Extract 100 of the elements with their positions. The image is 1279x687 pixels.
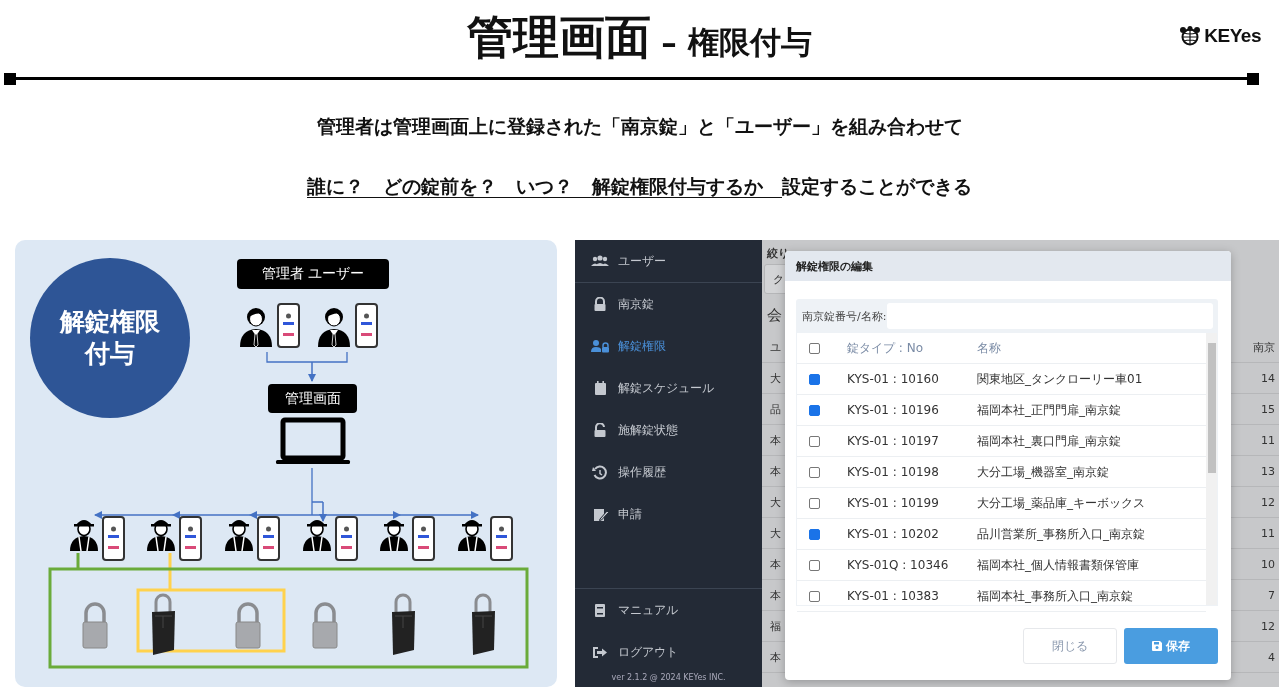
lock-icon xyxy=(594,296,606,311)
table-cell: 福 xyxy=(770,618,781,634)
row-checkbox[interactable] xyxy=(809,404,820,416)
worker-icon xyxy=(458,520,486,552)
smartphone-icon xyxy=(412,516,435,561)
connector-line xyxy=(76,553,80,568)
intro-text: 管理者は管理画面上に登録された「南京錠」と「ユーザー」を組み合わせて xyxy=(315,114,964,139)
scrollbar[interactable] xyxy=(1206,333,1217,605)
table-cell-text: KYS-01 : 10196 xyxy=(847,403,940,417)
intro-text: 設定することができる xyxy=(782,175,972,197)
smartphone-icon xyxy=(335,516,358,561)
connector-line xyxy=(311,467,324,516)
version-text: ver 2.1.2 @ 2024 KEYes INC. xyxy=(610,673,727,684)
table-cell-text: KYS-01 : 10383 xyxy=(847,589,940,603)
table-cell: 11 xyxy=(1261,433,1275,447)
table-cell-text: 関東地区_タンクローリー車01 xyxy=(977,370,1144,388)
table-cell: 12 xyxy=(1261,495,1275,509)
row-checkbox[interactable] xyxy=(809,528,820,540)
sidebar-item[interactable]: 操作履歴 xyxy=(575,451,762,493)
smartphone-icon xyxy=(490,516,513,561)
smartphone-icon xyxy=(355,303,378,348)
connector-arrow xyxy=(308,361,316,382)
column-header: 名称 xyxy=(977,339,1002,357)
table-cell: 大 xyxy=(770,525,781,541)
table-cell: 15 xyxy=(1261,402,1275,416)
smartphone-icon xyxy=(257,516,280,561)
padlock-icon xyxy=(235,602,261,649)
sidebar-item[interactable]: 南京錠 xyxy=(575,283,762,325)
section-title: 会 xyxy=(767,306,782,326)
circle-label: 解錠権限付与 xyxy=(58,305,161,370)
select-all-checkbox[interactable] xyxy=(809,342,820,354)
row-checkbox[interactable] xyxy=(809,497,820,509)
table-cell: 7 xyxy=(1268,588,1275,602)
lock-box-icon xyxy=(152,593,175,655)
padlock-icon xyxy=(82,602,108,649)
worker-icon xyxy=(303,520,331,552)
smartphone-icon xyxy=(102,516,125,561)
row-checkbox[interactable] xyxy=(809,590,820,602)
sidebar-item[interactable]: 解錠権限 xyxy=(575,325,762,367)
calendar-icon xyxy=(595,380,606,395)
search-label: 南京錠番号/名称: xyxy=(802,308,887,324)
table-cell: 大 xyxy=(770,494,781,510)
smartphone-icon xyxy=(277,303,300,348)
smartphone-icon xyxy=(179,516,202,561)
table-cell-text: KYS-01Q : 10346 xyxy=(847,558,950,572)
table-cell-text: KYS-01 : 10198 xyxy=(847,465,940,479)
table-cell-text: 福岡本社_裏口門扉_南京錠 xyxy=(977,432,1122,450)
lock-box-icon xyxy=(472,593,495,655)
row-checkbox[interactable] xyxy=(809,466,820,478)
sidebar-item[interactable]: ログアウト xyxy=(575,631,762,673)
table-cell-text: 大分工場_機器室_南京錠 xyxy=(977,463,1110,481)
sidebar-item[interactable]: 施解錠状態 xyxy=(575,409,762,451)
table-cell-text: 福岡本社_個人情報書類保管庫 xyxy=(977,556,1140,574)
table-cell-text: KYS-01 : 10202 xyxy=(847,527,940,541)
table-cell-text: 福岡本社_正門門扉_南京錠 xyxy=(977,401,1122,419)
table-cell: 11 xyxy=(1261,526,1275,540)
table-cell: 本 xyxy=(770,432,781,448)
table-cell: 12 xyxy=(1261,619,1275,633)
row-checkbox[interactable] xyxy=(809,435,820,447)
businessman-icon xyxy=(240,308,272,348)
table-cell: 13 xyxy=(1261,464,1275,478)
padlock-icon xyxy=(312,602,338,649)
dialog-title: 解錠権限の編集 xyxy=(785,251,1231,281)
underlined-text: 誰に？ どの錠前を？ いつ？ 解錠権限付与するか xyxy=(307,175,764,197)
history-icon xyxy=(592,464,607,479)
table-cell: 本 xyxy=(770,556,781,572)
worker-icon xyxy=(147,520,175,552)
logo-text: KEYes xyxy=(1204,25,1261,47)
table-cell: 品 xyxy=(770,401,781,417)
sidebar-item[interactable]: 解錠スケジュール xyxy=(575,367,762,409)
worker-icon xyxy=(70,520,98,552)
row-checkbox[interactable] xyxy=(809,373,820,385)
users-icon xyxy=(591,254,609,266)
column-header: 南京 xyxy=(1253,339,1275,355)
table-cell-text: 大分工場_薬品庫_キーボックス xyxy=(977,494,1146,512)
slide-title: 管理画面 xyxy=(467,9,652,66)
table-cell-text: KYS-01 : 10199 xyxy=(847,496,940,510)
connector-line xyxy=(168,553,172,589)
sidebar-item[interactable]: マニュアル xyxy=(575,589,762,631)
book-icon xyxy=(595,603,605,617)
row-checkbox[interactable] xyxy=(809,559,820,571)
table-cell-text: KYS-01 : 10160 xyxy=(847,372,940,386)
worker-icon xyxy=(380,520,408,552)
slide-subtitle: – 権限付与 xyxy=(661,23,812,62)
table-cell: 大 xyxy=(770,370,781,386)
table-cell: 14 xyxy=(1261,371,1275,385)
unlock-icon xyxy=(594,422,606,437)
table-cell: 4 xyxy=(1268,650,1275,664)
logo-icon xyxy=(1179,26,1202,46)
table-cell: 本 xyxy=(770,587,781,603)
laptop-icon xyxy=(276,417,350,464)
edit-document-icon xyxy=(594,508,609,521)
screen-label: 管理画面 xyxy=(268,384,357,413)
admin-label: 管理者 ユーザー xyxy=(237,259,389,289)
column-header: 錠タイプ : No xyxy=(847,339,924,357)
table-cell: 本 xyxy=(770,463,781,479)
sidebar-item[interactable]: ユーザー xyxy=(575,240,762,282)
table-cell-text: 福岡本社_事務所入口_南京錠 xyxy=(977,587,1134,605)
table-cell: 10 xyxy=(1261,557,1275,571)
sidebar-item[interactable]: 申請 xyxy=(575,493,762,535)
